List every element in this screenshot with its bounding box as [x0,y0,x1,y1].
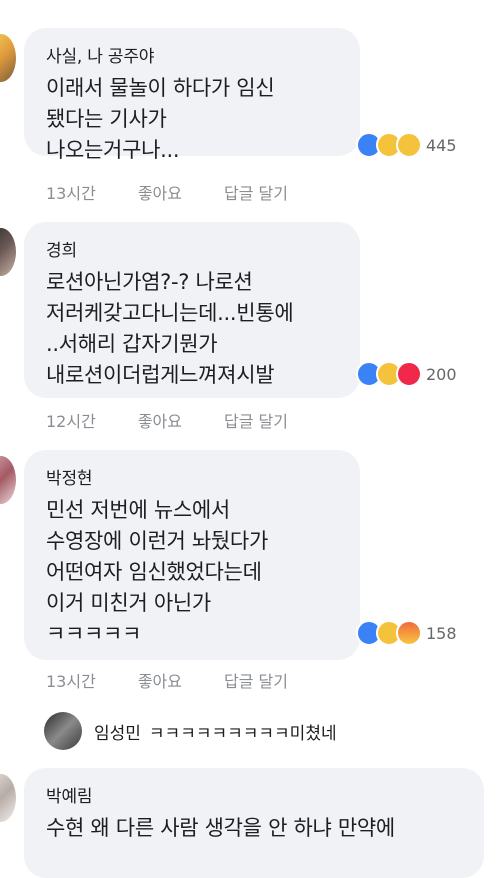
avatar[interactable] [0,456,16,504]
comment-line: ..서해리 갑자기뭔가 [46,332,218,356]
reaction-count: 445 [426,135,457,155]
reaction-count: 200 [426,364,457,384]
reply-author[interactable]: 임성민 [94,719,141,744]
reaction-summary[interactable]: 200 [356,361,457,387]
reaction-summary[interactable]: 445 [356,132,457,158]
comment-author[interactable]: 박예림 [46,782,466,807]
comment-line: 로션아닌가염?-? 나로션 [46,270,253,294]
reply-button[interactable]: 답글 달기 [224,668,288,692]
comment-author[interactable]: 경희 [46,236,342,261]
comment-bubble[interactable]: 박정현 민선 저번에 뉴스에서 수영장에 이런거 놔뒀다가 어떤여자 임신했었다… [24,450,360,660]
comment-time: 13시간 [46,672,96,691]
comment-text: 이래서 물놀이 하다가 임신 됐다는 기사가 나오는거구나... [46,73,342,166]
reply-text: ㅋㅋㅋㅋㅋㅋㅋㅋㅋ미쳤네 [148,723,337,744]
comment-text: 민선 저번에 뉴스에서 수영장에 이런거 놔뒀다가 어떤여자 임신했었다는데 이… [46,495,342,650]
avatar[interactable] [0,228,16,276]
comment-line: 나오는거구나... [46,138,180,162]
avatar[interactable] [0,34,16,82]
comment-bubble[interactable]: 사실, 나 공주야 이래서 물놀이 하다가 임신 됐다는 기사가 나오는거구나.… [24,28,360,162]
comment-bubble[interactable]: 경희 로션아닌가염?-? 나로션 저러케갖고다니는데...빈통에 ..서해리 갑… [24,222,360,398]
like-button[interactable]: 좋아요 [138,668,182,692]
sad-icon [396,132,422,158]
angry-icon [396,620,422,646]
comment-line: ㅋㅋㅋㅋㅋ [46,622,142,646]
comment-line: 어떤여자 임신했었다는데 [46,560,262,584]
comment-bubble[interactable]: 박예림 수현 왜 다른 사람 생각을 안 하냐 만약에 [24,768,484,878]
love-icon [396,361,422,387]
comment-actions: 13시간 좋아요 답글 달기 [46,668,330,692]
comment-line: 저러케갖고다니는데...빈통에 [46,301,294,325]
comment-author[interactable]: 사실, 나 공주야 [46,42,342,67]
comment-line: 됐다는 기사가 [46,107,167,131]
comment-line: 수영장에 이런거 놔뒀다가 [46,529,268,553]
comment-line: 이거 미친거 아닌가 [46,591,211,615]
reaction-count: 158 [426,623,457,643]
avatar[interactable] [44,712,82,750]
reply-preview[interactable]: 임성민 ㅋㅋㅋㅋㅋㅋㅋㅋㅋ미쳤네 [44,712,337,750]
reaction-summary[interactable]: 158 [356,620,457,646]
comment-line: 이래서 물놀이 하다가 임신 [46,76,275,100]
comment-actions: 13시간 좋아요 답글 달기 [46,180,330,204]
comment-author[interactable]: 박정현 [46,464,342,489]
reply-button[interactable]: 답글 달기 [224,408,288,432]
avatar[interactable] [0,774,16,822]
comment-text: 수현 왜 다른 사람 생각을 안 하냐 만약에 [46,813,466,844]
comment-line: 민선 저번에 뉴스에서 [46,498,230,522]
comment-text: 로션아닌가염?-? 나로션 저러케갖고다니는데...빈통에 ..서해리 갑자기뭔… [46,267,342,391]
like-button[interactable]: 좋아요 [138,408,182,432]
like-button[interactable]: 좋아요 [138,180,182,204]
reply-button[interactable]: 답글 달기 [224,180,288,204]
comment-actions: 12시간 좋아요 답글 달기 [46,408,330,432]
comment-time: 12시간 [46,412,96,431]
comment-line: 수현 왜 다른 사람 생각을 안 하냐 만약에 [46,816,395,840]
comment-time: 13시간 [46,184,96,203]
comment-line: 내로션이더럽게느껴져시발 [46,363,275,387]
